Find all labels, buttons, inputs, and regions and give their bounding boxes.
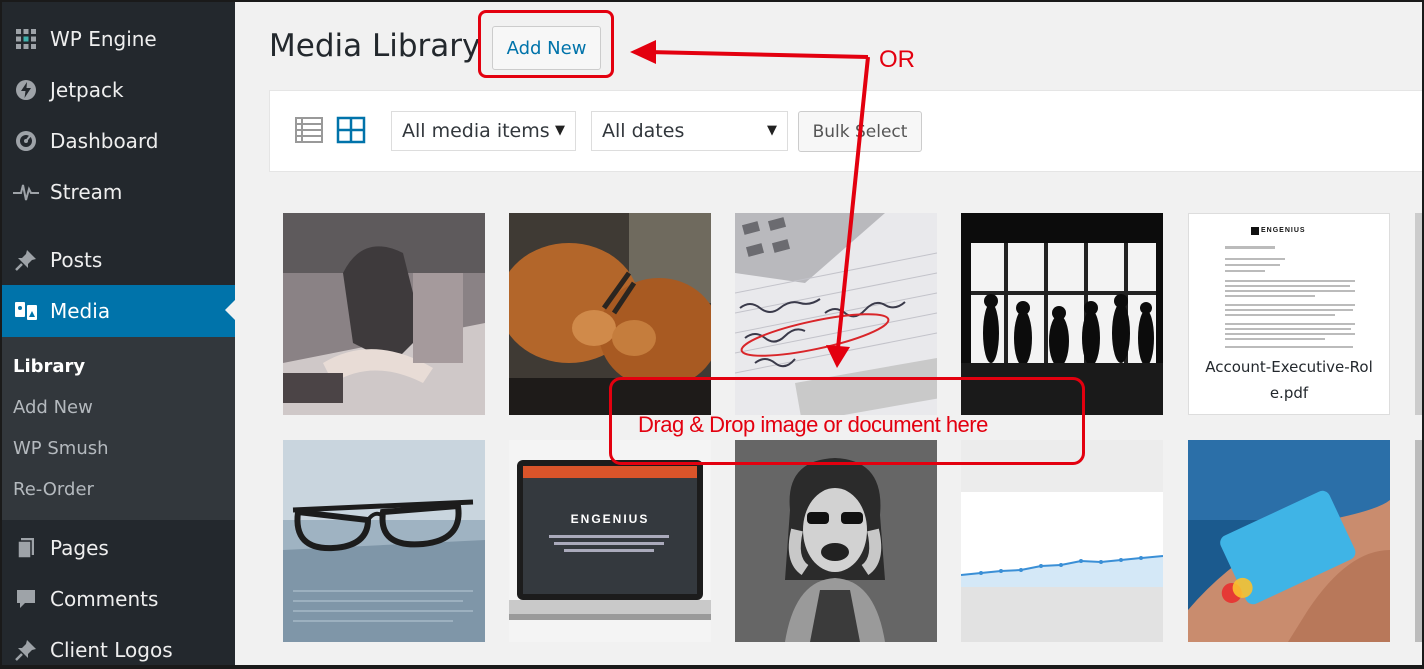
media-item[interactable] [961, 440, 1163, 642]
comment-icon [2, 588, 50, 610]
menu-item-comments[interactable]: Comments [2, 574, 235, 624]
submenu-item-re-order[interactable]: Re-Order [13, 479, 94, 500]
grid-icon [2, 28, 50, 50]
media-item[interactable] [283, 440, 485, 642]
menu-label: Client Logos [50, 638, 173, 662]
menu-item-media[interactable]: Media [2, 285, 235, 337]
media-item[interactable] [1188, 440, 1390, 642]
media-item[interactable] [283, 213, 485, 415]
menu-item-pages[interactable]: Pages [2, 523, 235, 573]
document-filename: Account-Executive-Role.pdf [1189, 354, 1389, 414]
media-item[interactable] [735, 440, 937, 642]
media-item[interactable]: ENGENIUS [509, 440, 711, 642]
gauge-icon [2, 130, 50, 152]
menu-label: Posts [50, 248, 103, 272]
media-type-filter-value: All media items [402, 120, 550, 142]
page-title: Media Library [269, 28, 481, 64]
media-toolbar: All media items ▼ All dates ▼ Bulk Selec… [269, 90, 1422, 172]
menu-item-client-logos[interactable]: Client Logos [2, 625, 235, 665]
bulk-select-button[interactable]: Bulk Select [798, 111, 922, 152]
caret-down-icon: ▼ [555, 123, 565, 138]
bolt-icon [2, 79, 50, 101]
menu-label: Pages [50, 536, 109, 560]
menu-item-dashboard[interactable]: Dashboard [2, 116, 235, 166]
menu-label: Dashboard [50, 129, 159, 153]
wp-admin-window: WP Engine Jetpack Dashboard Stream Posts [2, 2, 1422, 665]
menu-item-posts[interactable]: Posts [2, 235, 235, 285]
media-submenu: Library Add New WP Smush Re-Order [2, 337, 235, 520]
menu-label: Stream [50, 180, 123, 204]
pin-icon [2, 639, 50, 661]
menu-label: Jetpack [50, 78, 124, 102]
document-preview: ENGENIUS [1207, 224, 1372, 354]
date-filter[interactable]: All dates ▼ [591, 111, 788, 151]
media-thumbnail [961, 440, 1163, 642]
media-thumbnail [509, 440, 711, 642]
pulse-icon [2, 181, 50, 203]
partial-media-item[interactable] [1415, 213, 1422, 415]
menu-label: Media [50, 299, 111, 323]
media-thumbnail [283, 440, 485, 642]
menu-item-jetpack[interactable]: Jetpack [2, 65, 235, 115]
media-thumbnail [1188, 440, 1390, 642]
menu-label: Comments [50, 587, 159, 611]
media-type-filter[interactable]: All media items ▼ [391, 111, 576, 151]
document-text-lines [1225, 227, 1355, 348]
laptop-screen-text: ENGENIUS [570, 512, 650, 526]
menu-item-stream[interactable]: Stream [2, 167, 235, 217]
caret-down-icon: ▼ [767, 123, 777, 138]
date-filter-value: All dates [602, 120, 685, 142]
or-label: OR [879, 46, 915, 73]
submenu-item-add-new[interactable]: Add New [13, 397, 93, 418]
media-item-document[interactable]: ENGENIUS Account-Executive-Role.pdf [1188, 213, 1390, 415]
admin-sidebar: WP Engine Jetpack Dashboard Stream Posts [2, 2, 235, 665]
submenu-item-library[interactable]: Library [13, 356, 85, 377]
menu-item-wp-engine[interactable]: WP Engine [2, 14, 235, 64]
page-icon [2, 537, 50, 559]
menu-label: WP Engine [50, 27, 157, 51]
submenu-item-wp-smush[interactable]: WP Smush [13, 438, 109, 459]
pin-icon [2, 249, 50, 271]
partial-media-item[interactable] [1415, 440, 1422, 642]
media-icon [2, 300, 50, 322]
media-thumbnail [735, 440, 937, 642]
drop-zone-label: Drag & Drop image or document here [638, 412, 988, 437]
list-view-icon[interactable] [294, 115, 324, 145]
add-new-highlight [478, 10, 614, 78]
grid-view-icon[interactable] [336, 115, 366, 145]
media-thumbnail [283, 213, 485, 415]
